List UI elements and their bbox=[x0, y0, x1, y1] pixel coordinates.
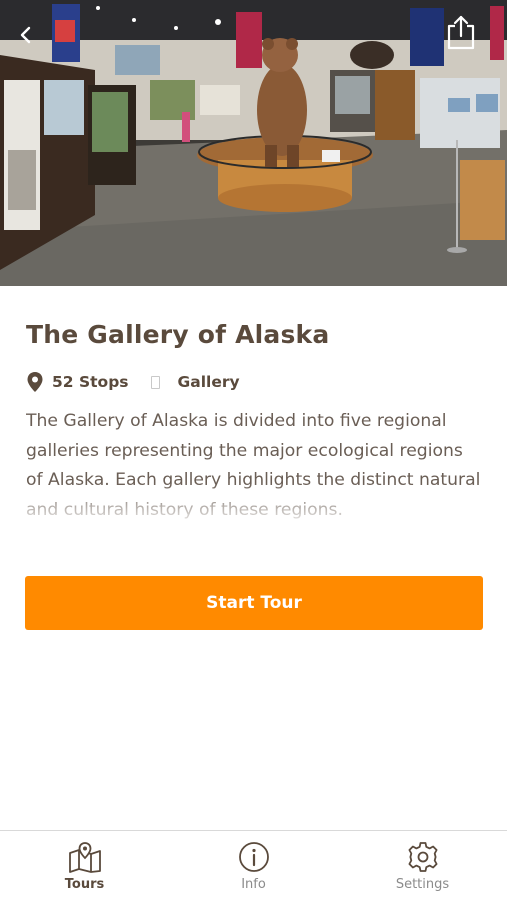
info-icon bbox=[238, 842, 269, 872]
gear-icon bbox=[408, 842, 437, 872]
start-tour-button[interactable]: Start Tour bbox=[25, 576, 483, 630]
museum-gallery-photo bbox=[0, 0, 507, 286]
tab-info[interactable]: Info bbox=[169, 831, 338, 900]
bottom-tab-bar: Tours Info Settings bbox=[0, 830, 507, 900]
chevron-left-icon bbox=[20, 26, 31, 44]
share-button[interactable] bbox=[441, 12, 481, 52]
map-pin-icon bbox=[68, 842, 101, 873]
description-fade bbox=[26, 483, 483, 525]
tour-category: Gallery bbox=[177, 373, 240, 391]
tab-settings-label: Settings bbox=[395, 877, 450, 892]
back-button[interactable] bbox=[10, 20, 40, 50]
description-container: The Gallery of Alaska is divided into fi… bbox=[26, 407, 483, 525]
tab-info-label: Info bbox=[241, 877, 266, 892]
category-icon bbox=[150, 375, 160, 389]
location-pin-icon bbox=[27, 372, 43, 392]
stops-count: 52 Stops bbox=[52, 373, 129, 391]
tab-settings[interactable]: Settings bbox=[338, 831, 507, 900]
tab-tours-label: Tours bbox=[64, 877, 105, 892]
tour-title: The Gallery of Alaska bbox=[26, 320, 330, 349]
tour-details: The Gallery of Alaska 52 Stops Gallery T… bbox=[26, 320, 483, 525]
share-icon bbox=[447, 15, 475, 50]
hero-image bbox=[0, 0, 507, 286]
tab-tours[interactable]: Tours bbox=[0, 831, 169, 900]
tour-meta: 52 Stops Gallery bbox=[26, 371, 483, 393]
